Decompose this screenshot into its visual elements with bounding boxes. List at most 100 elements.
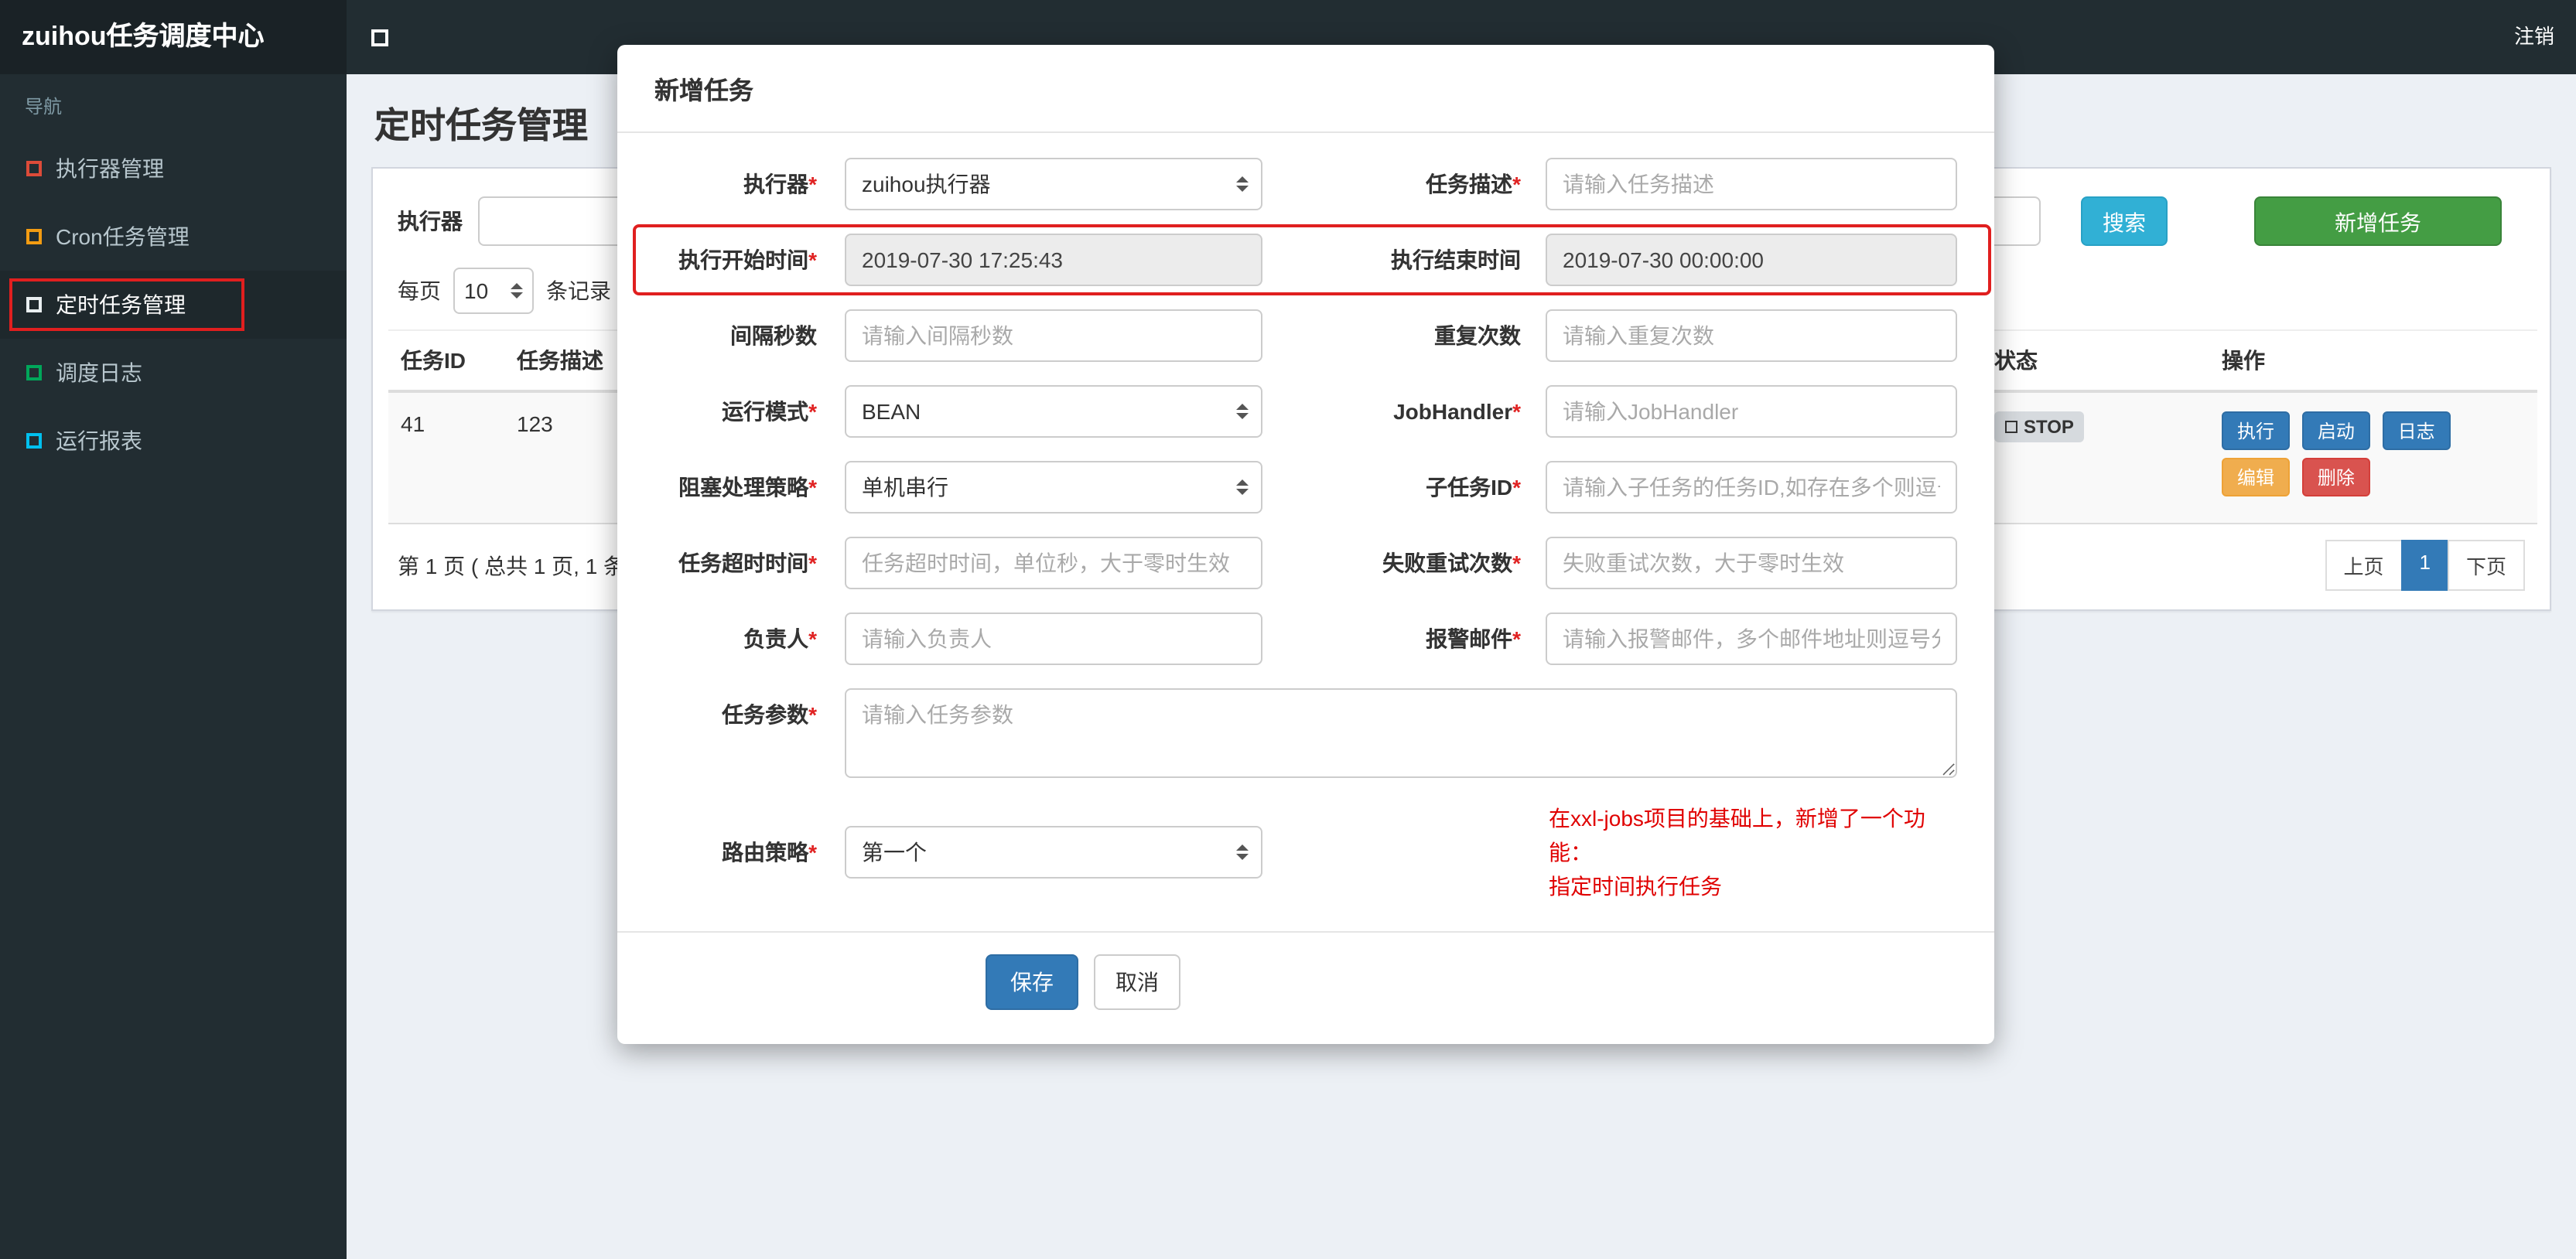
per-page-suffix: 条记录 <box>546 278 611 303</box>
required-mark: * <box>1512 551 1521 575</box>
header-status: 状态 <box>1982 329 2209 393</box>
sidebar-toggle-icon[interactable] <box>371 29 388 46</box>
search-button[interactable]: 搜索 <box>2081 196 2168 246</box>
required-mark: * <box>808 399 817 424</box>
sidebar-item-label: Cron任务管理 <box>56 224 190 249</box>
select-caret-icon <box>1236 404 1249 419</box>
alarm-email-input[interactable] <box>1546 612 1957 665</box>
header-job-id: 任务ID <box>388 329 504 393</box>
square-white-icon <box>26 297 42 312</box>
sidebar-item-label: 执行器管理 <box>56 156 164 181</box>
job-params-textarea[interactable] <box>845 688 1957 778</box>
glue-type-select-value: BEAN <box>862 399 921 424</box>
modal-body: 执行器* zuihou执行器 任务描述* 执行开始时间* 执行结束时间 间隔秒数 <box>617 133 1994 903</box>
sidebar: 导航 执行器管理 Cron任务管理 定时任务管理 调度日志 运行报表 <box>0 74 347 1259</box>
sidebar-item-dispatch-log[interactable]: 调度日志 <box>0 339 347 407</box>
interval-label: 间隔秒数 <box>730 323 817 348</box>
route-strategy-select[interactable]: 第一个 <box>845 826 1262 879</box>
required-mark: * <box>1512 475 1521 500</box>
retry-count-label: 失败重试次数* <box>1382 551 1521 575</box>
save-button[interactable]: 保存 <box>986 954 1078 1010</box>
child-job-id-input[interactable] <box>1546 461 1957 513</box>
end-time-label: 执行结束时间 <box>1391 247 1521 272</box>
required-mark: * <box>808 247 817 272</box>
executor-filter-label: 执行器 <box>398 209 463 234</box>
block-strategy-label: 阻塞处理策略* <box>678 475 817 500</box>
per-page-prefix: 每页 <box>398 278 441 303</box>
delete-button[interactable]: 删除 <box>2301 458 2370 496</box>
required-mark: * <box>1512 172 1521 196</box>
repeat-count-input[interactable] <box>1546 309 1957 362</box>
sidebar-item-cron-task-management[interactable]: Cron任务管理 <box>0 203 347 271</box>
row-block-childjob: 阻塞处理策略* 单机串行 子任务ID* <box>654 461 1957 513</box>
interval-input[interactable] <box>845 309 1262 362</box>
sidebar-item-scheduled-task-management[interactable]: 定时任务管理 <box>0 271 347 339</box>
select-caret-icon <box>1236 479 1249 495</box>
repeat-count-label: 重复次数 <box>1434 323 1521 348</box>
job-desc-label: 任务描述* <box>1426 172 1521 196</box>
run-button[interactable]: 执行 <box>2222 411 2291 450</box>
add-task-modal: 新增任务 执行器* zuihou执行器 任务描述* 执行开始时间* 执行结束时间 <box>617 45 1994 1044</box>
block-strategy-select-value: 单机串行 <box>862 475 948 500</box>
status-badge: STOP <box>1994 411 2085 442</box>
start-time-label: 执行开始时间* <box>678 247 817 272</box>
pagination: 上页 1 下页 <box>2325 540 2525 591</box>
cell-actions: 执行 启动 日志 编辑 删除 <box>2209 391 2537 524</box>
row-executor-desc: 执行器* zuihou执行器 任务描述* <box>654 158 1957 210</box>
glue-type-label: 运行模式* <box>722 399 817 424</box>
select-caret-icon <box>511 283 523 299</box>
square-cyan-icon <box>26 433 42 449</box>
per-page-select[interactable]: 10 <box>453 268 534 314</box>
page-1-button[interactable]: 1 <box>2400 540 2449 591</box>
action-line-1: 执行 启动 日志 <box>2222 411 2525 450</box>
square-yellow-icon <box>26 229 42 244</box>
sidebar-item-run-report[interactable]: 运行报表 <box>0 407 347 475</box>
required-mark: * <box>1512 626 1521 651</box>
required-mark: * <box>808 702 817 727</box>
logout-link[interactable]: 注销 <box>2514 0 2554 74</box>
retry-count-input[interactable] <box>1546 537 1957 589</box>
row-job-params: 任务参数* <box>654 688 1957 778</box>
add-task-button[interactable]: 新增任务 <box>2254 196 2502 246</box>
modal-title: 新增任务 <box>617 45 1994 133</box>
required-mark: * <box>808 172 817 196</box>
log-button[interactable]: 日志 <box>2382 411 2451 450</box>
row-route-strategy: 路由策略* 第一个 在xxl-jobs项目的基础上，新增了一个功能： 指定时间执… <box>654 801 1957 903</box>
timeout-input[interactable] <box>845 537 1262 589</box>
cell-job-id: 41 <box>388 391 504 524</box>
required-mark: * <box>808 475 817 500</box>
footer-spacer <box>654 954 970 1010</box>
child-job-id-label: 子任务ID* <box>1426 475 1521 500</box>
square-red-icon <box>26 161 42 176</box>
job-desc-input[interactable] <box>1546 158 1957 210</box>
action-line-2: 编辑 删除 <box>2222 458 2525 496</box>
job-handler-input[interactable] <box>1546 385 1957 438</box>
cancel-button[interactable]: 取消 <box>1094 954 1180 1010</box>
row-timeout-retry: 任务超时时间* 失败重试次数* <box>654 537 1957 589</box>
executor-label: 执行器* <box>743 172 817 196</box>
sidebar-item-label: 运行报表 <box>56 428 142 453</box>
owner-label: 负责人* <box>743 626 817 651</box>
end-time-input[interactable] <box>1546 234 1957 286</box>
glue-type-select[interactable]: BEAN <box>845 385 1262 438</box>
owner-input[interactable] <box>845 612 1262 665</box>
sidebar-item-executor-management[interactable]: 执行器管理 <box>0 135 347 203</box>
alarm-email-label: 报警邮件* <box>1426 626 1521 651</box>
row-owner-email: 负责人* 报警邮件* <box>654 612 1957 665</box>
row-start-end-time: 执行开始时间* 执行结束时间 <box>633 224 1991 295</box>
block-strategy-select[interactable]: 单机串行 <box>845 461 1262 513</box>
sidebar-item-label: 调度日志 <box>56 360 142 385</box>
sidebar-item-label: 定时任务管理 <box>56 292 186 317</box>
job-handler-label: JobHandler* <box>1393 399 1521 424</box>
edit-button[interactable]: 编辑 <box>2222 458 2291 496</box>
route-strategy-select-value: 第一个 <box>862 840 927 865</box>
start-button[interactable]: 启动 <box>2301 411 2370 450</box>
route-strategy-label: 路由策略* <box>722 840 817 865</box>
start-time-input[interactable] <box>845 234 1262 286</box>
stop-square-icon <box>2005 421 2017 433</box>
executor-select-value: zuihou执行器 <box>862 172 991 196</box>
executor-select[interactable]: zuihou执行器 <box>845 158 1262 210</box>
prev-page-button[interactable]: 上页 <box>2325 540 2403 591</box>
next-page-button[interactable]: 下页 <box>2447 540 2525 591</box>
job-params-label: 任务参数* <box>722 702 817 727</box>
